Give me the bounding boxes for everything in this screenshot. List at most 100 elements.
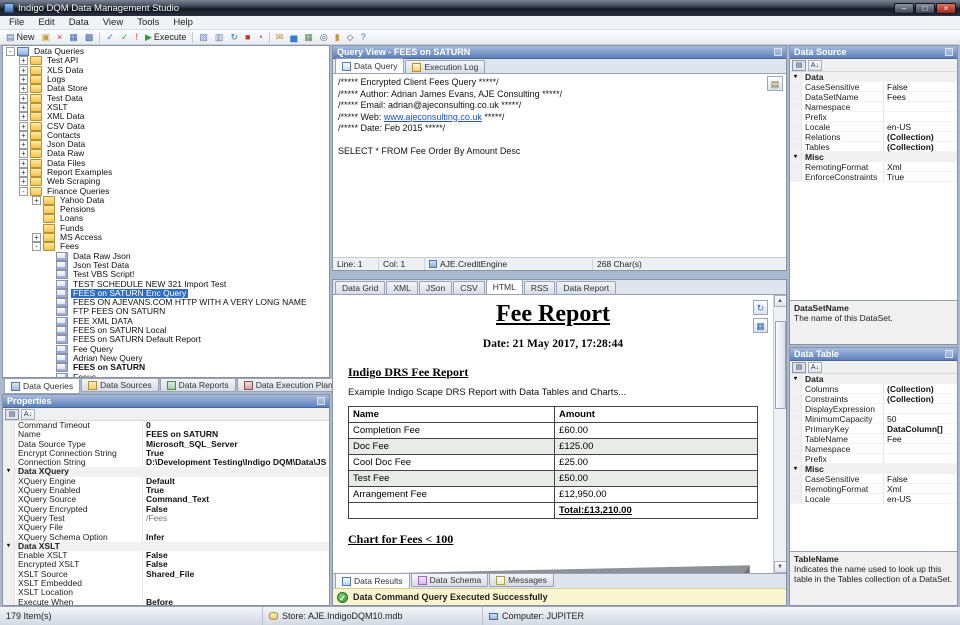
property-value[interactable]: Microsoft_SQL_Server xyxy=(143,440,329,449)
menu-item[interactable]: File xyxy=(2,16,31,30)
toolbar-button[interactable]: ▅ xyxy=(287,30,300,44)
toolbar-button[interactable]: × xyxy=(54,30,65,44)
property-row[interactable]: XSLT Location xyxy=(3,588,329,598)
scroll-up-icon[interactable]: ▲ xyxy=(773,295,786,307)
toolbar-button[interactable]: ▥ xyxy=(212,30,227,44)
property-row[interactable]: EnforceConstraints True xyxy=(790,171,957,182)
pin-icon[interactable] xyxy=(317,397,325,405)
pin-icon[interactable] xyxy=(945,350,953,358)
property-row[interactable]: XQuery File xyxy=(3,523,329,533)
property-row[interactable]: XQuery Enabled True xyxy=(3,486,329,496)
tree-item[interactable]: FEE XML DATA xyxy=(3,316,329,326)
property-row[interactable]: Misc xyxy=(790,464,957,474)
property-value[interactable]: Xml xyxy=(884,484,957,494)
property-value[interactable]: 50 xyxy=(884,414,957,424)
property-value[interactable]: False xyxy=(884,82,957,92)
tree-item[interactable]: Focus... xyxy=(3,372,329,377)
property-value[interactable]: Infer xyxy=(143,533,329,542)
property-row[interactable]: XQuery Engine Default xyxy=(3,476,329,487)
web-link[interactable]: www.ajeconsulting.co.uk xyxy=(384,112,482,122)
scrollbar-thumb[interactable] xyxy=(774,321,786,409)
property-value[interactable]: FEES on SATURN xyxy=(143,430,329,439)
property-value[interactable]: D:\Development Testing\Indigo DQM\Data\J… xyxy=(143,458,329,467)
property-row[interactable]: Namespace xyxy=(790,101,957,112)
query-editor[interactable]: /***** Encrypted Client Fees Query *****… xyxy=(333,74,786,257)
property-row[interactable]: Enable XSLT False xyxy=(3,551,329,561)
tree-item[interactable]: + XML Data xyxy=(3,112,329,122)
property-row[interactable]: XQuery Test /Fees xyxy=(3,513,329,524)
results-tab[interactable]: XML xyxy=(386,281,418,294)
notes-icon[interactable]: ▤ xyxy=(767,76,783,91)
toolbar-button[interactable]: ▦ xyxy=(301,30,316,44)
query-tab[interactable]: Data Query xyxy=(335,58,405,73)
tree-expander-icon[interactable]: - xyxy=(6,47,15,57)
property-row[interactable]: Data xyxy=(790,72,957,82)
property-value[interactable]: Before xyxy=(143,598,329,605)
toolbar-button[interactable]: ▤ New xyxy=(3,30,38,44)
categorized-icon[interactable]: ▤ xyxy=(5,408,19,420)
results-tab[interactable]: JSon xyxy=(418,281,453,294)
save-icon[interactable]: ▦ xyxy=(753,318,768,333)
explorer-tab[interactable]: Data Queries xyxy=(4,379,81,394)
property-row[interactable]: Locale en-US xyxy=(790,121,957,132)
property-value[interactable]: Shared_File xyxy=(143,570,329,579)
toolbar-button[interactable]: ◔ xyxy=(254,30,265,44)
results-tab[interactable]: CSV xyxy=(453,281,485,294)
explorer-tab[interactable]: Data Sources xyxy=(81,379,159,392)
results-tab[interactable]: RSS xyxy=(523,281,556,294)
results-bottom-tab[interactable]: Data Schema xyxy=(410,574,489,587)
toolbar-button[interactable]: ▦ xyxy=(66,30,81,44)
toolbar-button[interactable]: ▩ xyxy=(82,30,97,44)
results-bottom-tab[interactable]: Data Results xyxy=(335,574,410,589)
property-row[interactable]: Data Source Type Microsoft_SQL_Server xyxy=(3,439,329,449)
tree-item[interactable]: Fee Query xyxy=(3,344,329,354)
property-row[interactable]: RemotingFormat Xml xyxy=(790,483,957,494)
property-row[interactable]: Columns (Collection) xyxy=(790,383,957,394)
toolbar-button[interactable]: ▶ Execute xyxy=(142,30,189,44)
results-tab[interactable]: HTML xyxy=(485,280,523,294)
property-row[interactable]: XQuery Schema Option Infer xyxy=(3,532,329,542)
scroll-down-icon[interactable]: ▼ xyxy=(773,561,786,573)
toolbar-button[interactable]: ▧ xyxy=(196,30,211,44)
explorer-tab[interactable]: Data Execution Plans xyxy=(236,379,344,392)
property-row[interactable]: Data XSLT xyxy=(3,541,329,552)
toolbar-button[interactable]: ◇ xyxy=(344,30,357,44)
tree-expander-icon[interactable]: + xyxy=(19,56,28,66)
property-value[interactable]: /Fees xyxy=(143,514,329,523)
tree-item[interactable]: Data Raw Json xyxy=(3,251,329,261)
property-value[interactable]: en-US xyxy=(884,494,957,504)
refresh-icon[interactable]: ↻ xyxy=(753,300,768,315)
pin-icon[interactable] xyxy=(945,48,953,56)
toolbar-button[interactable] xyxy=(268,31,270,43)
tree-item[interactable]: Json Test Data xyxy=(3,260,329,270)
tree-expander-icon[interactable]: + xyxy=(19,158,28,168)
menu-item[interactable]: Data xyxy=(62,16,96,30)
tree-expander-icon[interactable]: + xyxy=(19,121,28,131)
tree-expander-icon[interactable]: + xyxy=(19,177,28,187)
results-bottom-tab[interactable]: Messages xyxy=(489,574,554,587)
property-row[interactable]: MinimumCapacity 50 xyxy=(790,413,957,424)
property-row[interactable]: RemotingFormat Xml xyxy=(790,161,957,172)
tree-expander-icon[interactable]: + xyxy=(19,168,28,177)
property-value[interactable]: (Collection) xyxy=(884,384,957,394)
toolbar-button[interactable] xyxy=(99,31,101,43)
tree-expander-icon[interactable]: + xyxy=(32,233,41,243)
tree-expander-icon[interactable]: - xyxy=(32,242,41,252)
menu-item[interactable]: Tools xyxy=(130,16,166,30)
property-row[interactable]: CaseSensitive False xyxy=(790,473,957,484)
toolbar-button[interactable]: ✓ xyxy=(103,30,117,44)
tree-expander-icon[interactable]: - xyxy=(19,186,28,196)
alphabetical-icon[interactable]: A↓ xyxy=(808,59,822,71)
toolbar-button[interactable]: ✉ xyxy=(273,30,287,44)
property-value[interactable]: Command_Text xyxy=(143,495,329,504)
tree-expander-icon[interactable]: + xyxy=(19,93,28,103)
property-row[interactable]: TableName Fee xyxy=(790,433,957,444)
tree-item[interactable]: - Fees xyxy=(3,242,329,252)
property-row[interactable]: CaseSensitive False xyxy=(790,81,957,92)
tree-item[interactable]: Adrian New Query xyxy=(3,353,329,363)
property-row[interactable]: Locale en-US xyxy=(790,493,957,504)
property-row[interactable]: XSLT Source Shared_File xyxy=(3,569,329,580)
property-row[interactable]: Namespace xyxy=(790,443,957,454)
minimize-icon[interactable]: – xyxy=(894,2,914,14)
property-row[interactable]: Constraints (Collection) xyxy=(790,393,957,404)
